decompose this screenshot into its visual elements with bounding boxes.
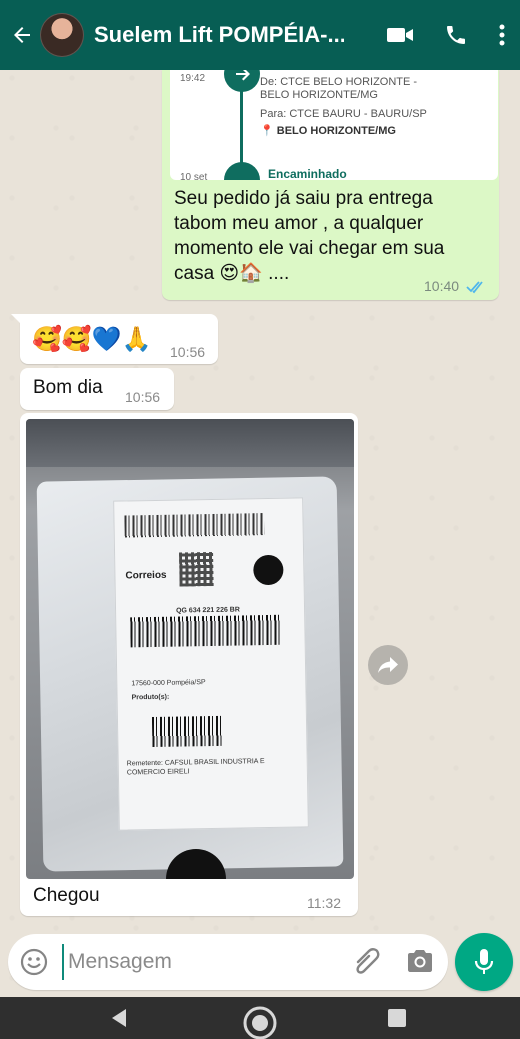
phone-icon <box>447 26 465 44</box>
arrow-right-icon <box>236 70 250 81</box>
shipping-label: Correios QG 634 221 226 BR 17560-000 Pom… <box>113 497 309 831</box>
video-call-icon <box>387 28 413 42</box>
message-text: Seu pedido já saiu pra entrega tabom meu… <box>174 186 494 286</box>
mic-icon <box>474 949 494 974</box>
carrier-brand: Correios <box>125 569 167 582</box>
message-line: tabom meu amor , a qualquer <box>174 213 424 234</box>
incoming-message[interactable]: 🥰🥰💙🙏 10:56 <box>20 314 218 364</box>
incoming-image-message[interactable]: Correios QG 634 221 226 BR 17560-000 Pom… <box>20 413 358 916</box>
message-image[interactable]: Correios QG 634 221 226 BR 17560-000 Pom… <box>26 419 354 879</box>
tracking-code-label: QG 634 221 226 BR <box>176 606 240 615</box>
barcode <box>124 513 265 538</box>
tracking-card-preview[interactable]: 19:42 De: CTCE BELO HORIZONTE - BELO HOR… <box>170 70 498 180</box>
call-button[interactable] <box>444 23 468 47</box>
tracking-location: 📍 BELO HORIZONTE/MG <box>260 125 396 138</box>
message-input[interactable] <box>62 944 332 980</box>
tracking-from: De: CTCE BELO HORIZONTE - BELO HORIZONTE… <box>260 76 430 102</box>
timeline-dot-2 <box>224 162 260 180</box>
attach-button[interactable] <box>352 948 382 981</box>
tracking-to-value: CTCE BAURU - BAURU/SP <box>289 108 427 120</box>
message-composer <box>8 934 448 990</box>
nav-back-button[interactable] <box>108 1007 130 1029</box>
qr-code <box>179 551 214 587</box>
tracking-to-label: Para: <box>260 108 287 120</box>
arrow-left-icon <box>14 27 30 43</box>
photo-background <box>26 419 354 467</box>
system-nav-bar <box>0 997 520 1039</box>
carrier-circle-mark <box>253 554 284 586</box>
timeline-dot <box>224 70 260 92</box>
emoji-icon <box>20 948 48 976</box>
contact-name[interactable]: Suelem Lift POMPÉIA-... <box>94 22 344 48</box>
forward-button[interactable] <box>368 645 408 685</box>
incoming-message[interactable]: Bom dia 10:56 <box>20 368 174 410</box>
cep-barcode <box>151 715 223 748</box>
voice-message-button[interactable] <box>455 933 513 991</box>
message-time: 10:56 <box>125 389 161 405</box>
cep-text: 17560-000 Pompéia/SP <box>131 679 206 688</box>
tracking-barcode <box>130 614 281 648</box>
message-time: 10:40 <box>424 278 460 294</box>
avatar[interactable] <box>40 13 84 57</box>
message-time: 10:56 <box>170 344 206 360</box>
video-call-button[interactable] <box>386 25 414 45</box>
emoji-button[interactable] <box>20 948 48 981</box>
square-recents-icon <box>388 1009 406 1027</box>
more-vert-icon <box>499 24 505 46</box>
triangle-back-icon <box>112 1009 126 1027</box>
message-line: momento ele vai chegar em sua <box>174 238 445 259</box>
circle-home-icon <box>243 1006 277 1039</box>
camera-icon <box>408 950 432 972</box>
tracking-time-2: 10 set <box>180 172 208 180</box>
bubble-tail <box>11 314 23 326</box>
products-text: Produto(s): <box>131 693 170 702</box>
camera-button[interactable] <box>406 948 434 979</box>
tracking-status: Encaminhado <box>268 167 347 180</box>
tracking-time-1: 19:42 <box>180 73 206 84</box>
message-text: 🥰🥰💙🙏 <box>32 325 152 353</box>
forward-icon <box>378 657 398 673</box>
nav-home-button[interactable] <box>242 1005 278 1039</box>
message-line: Seu pedido já saiu pra entrega <box>174 188 433 209</box>
location-pin-icon: 📍 <box>260 125 274 137</box>
sender-text: Remetente: CAFSUL BRASIL INDUSTRIA E COM… <box>126 758 265 777</box>
message-time: 11:32 <box>307 895 341 911</box>
tracking-location-value: BELO HORIZONTE/MG <box>276 125 396 137</box>
tracking-from-label: De: <box>260 76 278 88</box>
paperclip-icon <box>356 948 380 974</box>
message-text: Bom dia <box>33 377 103 398</box>
more-options-button[interactable] <box>498 23 506 47</box>
outgoing-message[interactable]: 19:42 De: CTCE BELO HORIZONTE - BELO HOR… <box>162 70 499 300</box>
double-check-icon <box>466 281 483 294</box>
tracking-from-value: CTCE BELO HORIZONTE - BELO HORIZONTE/MG <box>260 76 418 101</box>
chat-header: Suelem Lift POMPÉIA-... <box>0 0 520 70</box>
tracking-to: Para: CTCE BAURU - BAURU/SP <box>260 108 480 121</box>
nav-recents-button[interactable] <box>386 1007 408 1029</box>
image-caption: Chegou <box>33 885 100 906</box>
back-button[interactable] <box>4 0 40 70</box>
